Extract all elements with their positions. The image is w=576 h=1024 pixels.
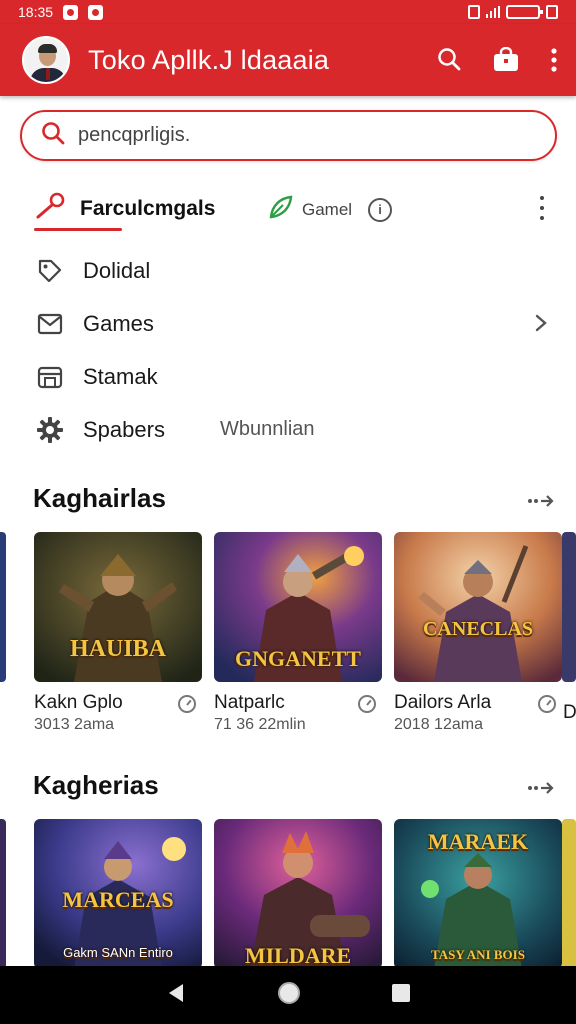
game-row: HAUIBA Kakn Gplo 3013 2ama GNGANETT Natp <box>0 532 576 752</box>
pin-icon <box>34 192 66 225</box>
partial-card-title: D <box>563 702 576 723</box>
game-card[interactable]: GNGANETT Natparlc 71 36 22mlin <box>214 532 382 734</box>
tab-indicator <box>34 228 122 231</box>
game-thumbnail: MARCEAS Gakm SANn Entiro <box>34 819 202 966</box>
menu-item[interactable]: Dolidal <box>0 244 576 297</box>
envelope-icon <box>36 310 64 338</box>
menu-item[interactable]: Stamak <box>0 350 576 403</box>
tab-label: Gamel <box>302 199 353 219</box>
game-title: Dailors Arla <box>394 692 492 713</box>
tab-games[interactable]: Gamel i <box>268 194 393 225</box>
game-card[interactable]: MARCEAS Gakm SANn Entiro <box>34 819 202 966</box>
section-title: Kagherias <box>33 770 159 800</box>
partial-card-right[interactable] <box>562 819 576 966</box>
menu-item-label: Dolidal <box>83 257 151 283</box>
menu-item[interactable]: Games <box>0 297 576 350</box>
menu-item-label: Stamak <box>83 363 158 389</box>
game-art-title: MILDARE <box>244 943 352 966</box>
menu-item-sublabel: Wbunnlian <box>220 418 315 440</box>
arrow-more-icon[interactable] <box>527 780 555 801</box>
tag-icon <box>36 257 64 285</box>
game-thumbnail: GNGANETT <box>214 532 382 682</box>
bag-icon[interactable] <box>492 47 520 73</box>
home-icon[interactable] <box>276 980 302 1011</box>
game-art-caption: Gakm SANn Entiro <box>63 945 173 960</box>
search-input[interactable] <box>78 124 498 147</box>
tab-bar: Farculcmgals Gamel i <box>0 184 576 234</box>
app-bar: Toko Apllk.J ldaaaia <box>0 24 576 96</box>
section-title: Kaghairlas <box>33 483 166 513</box>
game-thumbnail: CANECLAS <box>394 532 562 682</box>
game-meta: 3013 2ama <box>34 716 115 733</box>
menu-item-label: Spabers <box>83 416 165 442</box>
gear-icon <box>36 416 64 444</box>
section-header: Kagherias <box>0 770 576 810</box>
menu-list: Dolidal Games Stamak Spabers Wbunnlian <box>0 244 576 456</box>
square-icon <box>546 5 558 19</box>
status-time: 18:35 <box>18 4 54 20</box>
search-bar[interactable] <box>20 110 557 161</box>
game-thumbnail: MILDARE <box>214 819 382 966</box>
avatar[interactable] <box>22 36 70 84</box>
partial-card-right[interactable] <box>562 532 576 682</box>
menu-item-label: Games <box>83 310 154 336</box>
game-card[interactable]: MILDARE <box>214 819 382 966</box>
game-art-caption: TASY ANI BOIS <box>431 947 525 962</box>
battery-icon <box>506 5 543 19</box>
recents-icon[interactable] <box>391 983 411 1008</box>
more-vert-icon[interactable] <box>550 48 558 72</box>
clock-icon <box>358 695 376 713</box>
chevron-right-icon <box>534 313 548 338</box>
back-icon[interactable] <box>165 982 187 1009</box>
game-title: Kakn Gplo <box>34 692 123 713</box>
game-card[interactable]: CANECLAS Dailors Arla 2018 12ama <box>394 532 562 734</box>
arrow-more-icon[interactable] <box>527 493 555 514</box>
menu-item[interactable]: Spabers Wbunnlian <box>0 403 576 456</box>
game-art-title: HAUIBA <box>69 636 166 662</box>
tab-label: Farculcmgals <box>80 196 216 220</box>
game-art-title: CANECLAS <box>422 618 534 640</box>
game-row: MARCEAS Gakm SANn Entiro MILDARE MARAEK … <box>0 819 576 966</box>
info-icon[interactable]: i <box>368 197 393 222</box>
game-art-title: MARAEK <box>427 829 529 854</box>
partial-card-left[interactable] <box>0 532 6 682</box>
notification-icon <box>63 4 79 20</box>
more-vert-icon[interactable] <box>534 196 550 220</box>
game-meta: 2018 12ama <box>394 716 483 733</box>
game-thumbnail: MARAEK TASY ANI BOIS <box>394 819 562 966</box>
store-icon <box>36 363 64 391</box>
clock-icon <box>538 695 556 713</box>
game-art-title: MARCEAS <box>62 887 174 912</box>
game-card[interactable]: HAUIBA Kakn Gplo 3013 2ama <box>34 532 202 734</box>
app-title: Toko Apllk.J ldaaaia <box>88 44 330 75</box>
sim-icon <box>468 5 480 19</box>
screen: 18:35 Toko Apllk.J ldaaaia pencqprligis.… <box>0 0 576 1024</box>
game-thumbnail: HAUIBA <box>34 532 202 682</box>
section-header: Kaghairlas <box>0 483 576 523</box>
search-icon <box>40 120 66 151</box>
game-art-title: GNGANETT <box>235 646 361 671</box>
partial-card-left[interactable] <box>0 819 6 966</box>
game-title: Natparlc <box>214 692 285 713</box>
game-meta: 71 36 22mlin <box>214 716 306 733</box>
notification-icon <box>88 4 104 20</box>
game-card[interactable]: MARAEK TASY ANI BOIS <box>394 819 562 966</box>
tab-favorites[interactable]: Farculcmgals <box>34 192 215 225</box>
status-bar: 18:35 <box>0 0 576 24</box>
signal-icon <box>486 6 500 18</box>
search-icon[interactable] <box>436 47 462 73</box>
leaf-icon <box>268 194 294 225</box>
clock-icon <box>178 695 196 713</box>
system-nav-bar <box>0 966 576 1024</box>
